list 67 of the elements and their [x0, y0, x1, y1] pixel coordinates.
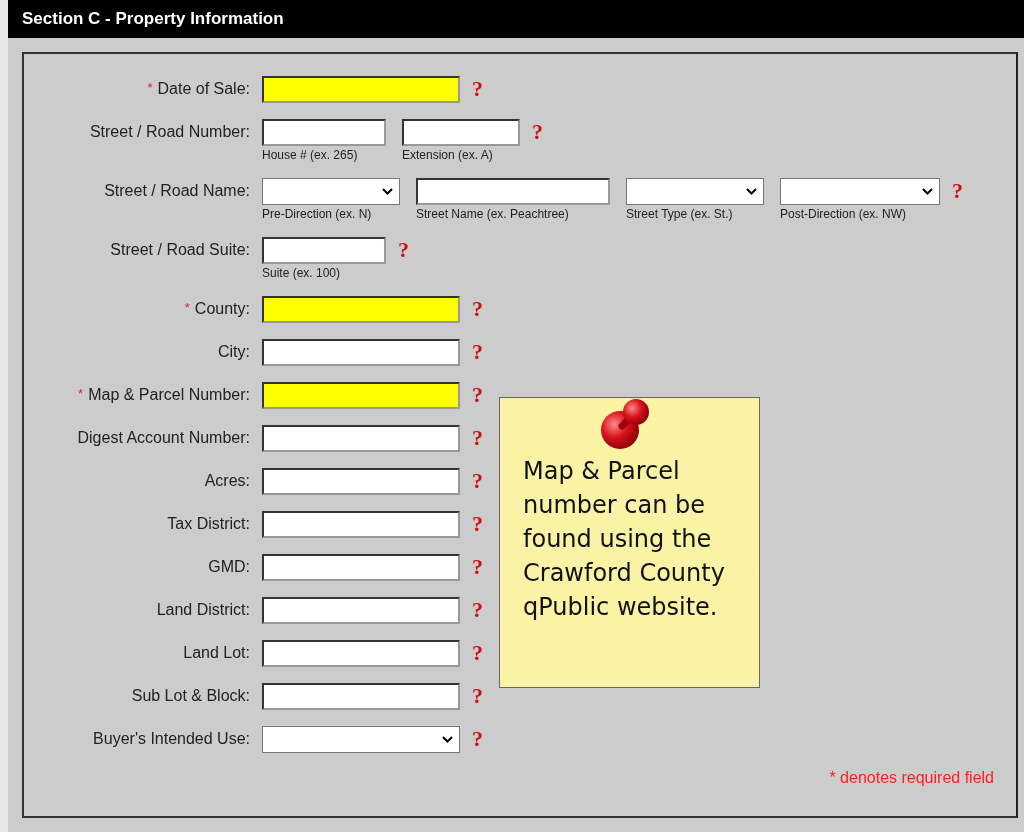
- text-field[interactable]: [262, 339, 460, 366]
- text-field[interactable]: [262, 119, 386, 146]
- field-label: GMD:: [208, 558, 250, 575]
- text-field[interactable]: [262, 237, 386, 264]
- required-note: * denotes required field: [829, 769, 994, 787]
- help-link[interactable]: ?: [472, 339, 483, 365]
- help-link[interactable]: ?: [472, 597, 483, 623]
- field-label: Land Lot:: [183, 644, 250, 661]
- field-caption: Suite (ex. 100): [262, 266, 342, 280]
- chevron-down-icon: [382, 188, 393, 195]
- field-label: Date of Sale:: [157, 80, 250, 97]
- field-label: Buyer's Intended Use:: [93, 730, 250, 747]
- required-mark: *: [78, 386, 84, 401]
- help-link[interactable]: ?: [398, 237, 409, 263]
- text-field[interactable]: [262, 76, 460, 103]
- help-link[interactable]: ?: [472, 425, 483, 451]
- field-label: Digest Account Number:: [77, 429, 250, 446]
- help-link[interactable]: ?: [472, 640, 483, 666]
- field-caption: Street Name (ex. Peachtree): [416, 207, 570, 221]
- text-field[interactable]: [262, 640, 460, 667]
- chevron-down-icon: [922, 188, 933, 195]
- field-label: Street / Road Suite:: [110, 241, 250, 258]
- note-text: Map & Parcel number can be found using the Crawford County qPublic website.: [523, 456, 726, 623]
- help-link[interactable]: ?: [472, 468, 483, 494]
- field-caption: Pre-Direction (ex. N): [262, 207, 373, 221]
- help-link[interactable]: ?: [472, 683, 483, 709]
- help-link[interactable]: ?: [472, 296, 483, 322]
- required-mark: *: [147, 80, 153, 95]
- help-link[interactable]: ?: [532, 119, 543, 145]
- field-caption: House # (ex. 265): [262, 148, 359, 162]
- field-label: Land District:: [156, 601, 250, 618]
- text-field[interactable]: [262, 468, 460, 495]
- text-field[interactable]: [262, 511, 460, 538]
- help-link[interactable]: ?: [472, 76, 483, 102]
- required-mark: *: [184, 300, 190, 315]
- field-label: Street / Road Name:: [104, 182, 250, 199]
- text-field[interactable]: [262, 296, 460, 323]
- text-field[interactable]: [262, 597, 460, 624]
- field-label: City:: [218, 343, 250, 360]
- dropdown-field[interactable]: [262, 178, 400, 205]
- field-label: Tax District:: [167, 515, 250, 532]
- field-caption: Post-Direction (ex. NW): [780, 207, 908, 221]
- text-field[interactable]: [262, 425, 460, 452]
- chevron-down-icon: [746, 188, 757, 195]
- help-link[interactable]: ?: [472, 382, 483, 408]
- dropdown-field[interactable]: [626, 178, 764, 205]
- section-title: Section C - Property Information: [22, 9, 284, 29]
- text-field[interactable]: [416, 178, 610, 205]
- pushpin-icon: [600, 398, 650, 450]
- help-link[interactable]: ?: [472, 726, 483, 752]
- text-field[interactable]: [262, 554, 460, 581]
- field-caption: Extension (ex. A): [402, 148, 494, 162]
- field-label: County:: [194, 300, 250, 317]
- dropdown-field[interactable]: [780, 178, 940, 205]
- field-label: Sub Lot & Block:: [131, 687, 250, 704]
- text-field[interactable]: [262, 382, 460, 409]
- field-caption: Street Type (ex. St.): [626, 207, 734, 221]
- text-field[interactable]: [402, 119, 520, 146]
- chevron-down-icon: [442, 736, 453, 743]
- text-field[interactable]: [262, 683, 460, 710]
- help-link[interactable]: ?: [472, 511, 483, 537]
- field-label: Acres:: [204, 472, 250, 489]
- dropdown-field[interactable]: [262, 726, 460, 753]
- help-link[interactable]: ?: [952, 178, 963, 204]
- field-label: Map & Parcel Number:: [88, 386, 250, 403]
- help-link[interactable]: ?: [472, 554, 483, 580]
- field-label: Street / Road Number:: [89, 123, 250, 140]
